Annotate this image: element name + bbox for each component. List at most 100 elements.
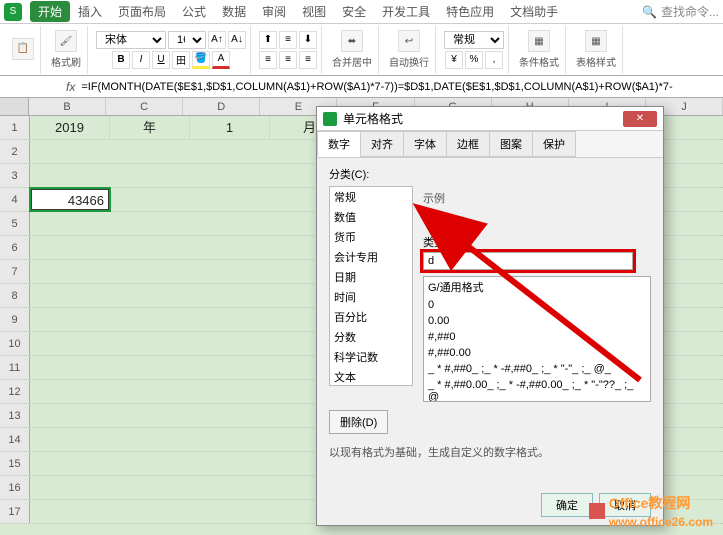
tab-special[interactable]: 特色应用 [438,3,502,20]
cell-D1[interactable]: 1 [190,116,270,139]
row-header[interactable]: 8 [0,284,30,307]
row-header[interactable]: 3 [0,164,30,187]
dialog-tab-protect[interactable]: 保护 [532,131,576,157]
ok-button[interactable]: 确定 [541,493,593,517]
tab-layout[interactable]: 页面布局 [110,3,174,20]
row-header[interactable]: 14 [0,428,30,451]
type-option[interactable]: 0 [424,297,650,313]
table-style-icon: ▦ [585,30,607,52]
type-option[interactable]: G/通用格式 [424,277,650,297]
tab-formula[interactable]: 公式 [174,3,214,20]
category-item[interactable]: 会计专用 [330,247,412,267]
row-header[interactable]: 10 [0,332,30,355]
col-header[interactable]: D [183,98,260,115]
cell-B1[interactable]: 2019 [30,116,110,139]
row-header[interactable]: 2 [0,140,30,163]
wrap-button[interactable]: ↩自动换行 [387,28,431,71]
row-header[interactable]: 16 [0,476,30,499]
align-right-button[interactable]: ≡ [299,51,317,69]
table-style-button[interactable]: ▦表格样式 [574,28,618,71]
type-option[interactable]: #,##0 [424,329,650,345]
row-header[interactable]: 9 [0,308,30,331]
dialog-tab-align[interactable]: 对齐 [360,131,404,157]
type-option[interactable]: _ * #,##0.00_ ;_ * -#,##0.00_ ;_ * "-"??… [424,377,650,402]
row-header[interactable]: 15 [0,452,30,475]
cell-B4[interactable]: 43466 [30,188,110,211]
row-header[interactable]: 13 [0,404,30,427]
formula-bar: fx =IF(MONTH(DATE($E$1,$D$1,COLUMN(A$1)+… [0,76,723,98]
tab-dev[interactable]: 开发工具 [374,3,438,20]
tab-view[interactable]: 视图 [294,3,334,20]
category-item[interactable]: 科学记数 [330,347,412,367]
dialog-titlebar[interactable]: 单元格格式 ✕ [317,107,663,131]
type-option[interactable]: 0.00 [424,313,650,329]
decrease-font-button[interactable]: A↓ [228,31,246,49]
category-item[interactable]: 常规 [330,187,412,207]
row-header[interactable]: 7 [0,260,30,283]
category-item[interactable]: 文本 [330,367,412,386]
underline-button[interactable]: U [152,51,170,69]
align-top-button[interactable]: ⬆ [259,31,277,49]
formula-input[interactable]: =IF(MONTH(DATE($E$1,$D$1,COLUMN(A$1)+ROW… [81,81,723,93]
dialog-close-button[interactable]: ✕ [623,111,657,127]
category-item[interactable]: 分数 [330,327,412,347]
border-button[interactable]: 田 [172,51,190,69]
cond-format-label: 条件格式 [519,54,559,69]
tab-start[interactable]: 开始 [30,1,70,22]
row-header[interactable]: 17 [0,500,30,523]
cell-C1[interactable]: 年 [110,116,190,139]
category-item[interactable]: 百分比 [330,307,412,327]
cond-format-button[interactable]: ▦条件格式 [517,28,561,71]
font-family-select[interactable]: 宋体 [96,31,166,49]
fill-color-button[interactable]: 🪣 [192,51,210,69]
category-list[interactable]: 常规 数值 货币 会计专用 日期 时间 百分比 分数 科学记数 文本 特殊 自定… [329,186,413,386]
dialog-tab-font[interactable]: 字体 [403,131,447,157]
number-format-select[interactable]: 常规 [444,31,504,49]
type-input[interactable] [423,252,633,270]
row-header[interactable]: 11 [0,356,30,379]
category-item[interactable]: 时间 [330,287,412,307]
dialog-tab-pattern[interactable]: 图案 [489,131,533,157]
row-header[interactable]: 4 [0,188,30,211]
merge-button[interactable]: ⬌合并居中 [330,28,374,71]
row-header[interactable]: 6 [0,236,30,259]
type-list[interactable]: G/通用格式 0 0.00 #,##0 #,##0.00 _ * #,##0_ … [423,276,651,402]
increase-font-button[interactable]: A↑ [208,31,226,49]
tab-security[interactable]: 安全 [334,3,374,20]
percent-button[interactable]: % [465,51,483,69]
category-item[interactable]: 日期 [330,267,412,287]
row-header[interactable]: 1 [0,116,30,139]
row-header[interactable]: 5 [0,212,30,235]
dialog-tab-number[interactable]: 数字 [317,131,361,157]
type-option[interactable]: _ * #,##0_ ;_ * -#,##0_ ;_ * "-"_ ;_ @_ [424,361,650,377]
font-color-button[interactable]: A [212,51,230,69]
italic-button[interactable]: I [132,51,150,69]
category-item[interactable]: 货币 [330,227,412,247]
delete-button[interactable]: 删除(D) [329,410,388,434]
fx-icon[interactable]: fx [60,80,81,94]
search-placeholder: 查找命令... [661,3,719,20]
row-header[interactable]: 12 [0,380,30,403]
search-box[interactable]: 🔍 查找命令... [642,3,719,20]
bold-button[interactable]: B [112,51,130,69]
align-center-button[interactable]: ≡ [279,51,297,69]
col-header[interactable]: B [29,98,106,115]
tab-review[interactable]: 审阅 [254,3,294,20]
select-all-corner[interactable] [0,98,29,115]
format-painter-button[interactable]: 🖌格式刷 [49,28,83,71]
tab-data[interactable]: 数据 [214,3,254,20]
tab-dochelper[interactable]: 文档助手 [502,3,566,20]
type-option[interactable]: #,##0.00 [424,345,650,361]
font-size-select[interactable]: 16 [168,31,206,49]
paste-button[interactable]: 📋 [10,36,36,64]
align-middle-button[interactable]: ≡ [279,31,297,49]
tab-insert[interactable]: 插入 [70,3,110,20]
comma-button[interactable]: , [485,51,503,69]
dialog-tab-border[interactable]: 边框 [446,131,490,157]
category-item[interactable]: 数值 [330,207,412,227]
sample-label: 示例 [423,190,651,206]
align-left-button[interactable]: ≡ [259,51,277,69]
currency-button[interactable]: ¥ [445,51,463,69]
col-header[interactable]: C [106,98,183,115]
align-bottom-button[interactable]: ⬇ [299,31,317,49]
